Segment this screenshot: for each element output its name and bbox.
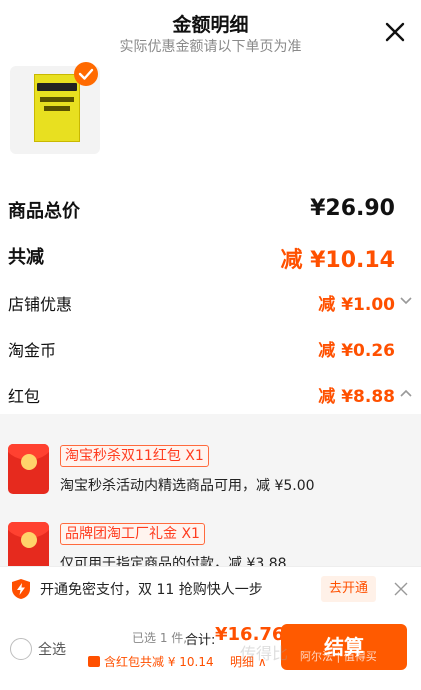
chevron-down-icon[interactable] (399, 296, 413, 306)
watermark-logo: 阿尔法 | 值得买 (300, 650, 377, 663)
watermark-text: 传得比 (240, 644, 289, 663)
shop-discount-row[interactable]: 店铺优惠 减 ¥1.00 (0, 282, 421, 322)
total-label: 合计: (185, 633, 216, 648)
total-price-label: 商品总价 (8, 201, 80, 222)
redpacket-row[interactable]: 红包 减 ¥8.88 (0, 374, 421, 414)
redpacket-value: 减 ¥8.88 (318, 387, 395, 407)
page-subtitle: 实际优惠金额请以下单页为准 (119, 39, 302, 55)
selected-count: 已选 1 件, (132, 631, 188, 645)
total-price-row: 商品总价 ¥26.90 (0, 188, 421, 228)
redpacket-list: 淘宝秒杀双11红包 X1 淘宝秒杀活动内精选商品可用，减 ¥5.00 品牌团淘工… (0, 414, 421, 572)
chevron-up-icon[interactable] (399, 388, 413, 398)
coupon-tag: 品牌团淘工厂礼金 X1 (60, 523, 205, 545)
total-discount-row: 共减 减 ¥10.14 (0, 234, 421, 274)
shop-discount-value: 减 ¥1.00 (318, 295, 395, 315)
shop-discount-label: 店铺优惠 (8, 295, 73, 314)
total-discount-value: 减 ¥10.14 (280, 248, 395, 273)
close-tip-icon[interactable] (393, 581, 409, 597)
activate-button[interactable]: 去开通 (321, 576, 377, 602)
lightning-shield-icon (12, 579, 30, 599)
red-envelope-icon (8, 444, 49, 494)
redpacket-summary: 含红包共减 ¥ 10.14 (88, 653, 214, 670)
selected-check-icon[interactable] (74, 62, 98, 86)
page-title: 金额明细 (172, 14, 249, 36)
header: 金额明细 实际优惠金额请以下单页为准 (0, 0, 421, 62)
redpacket-label: 红包 (8, 387, 41, 406)
coupon-desc: 淘宝秒杀活动内精选商品可用，减 ¥5.00 (60, 478, 315, 494)
checkout-bar: 全选 已选 1 件, 合计: ¥16.76 含红包共减 ¥ 10.14 明细 ∧… (0, 618, 421, 690)
redpacket-icon (88, 656, 100, 667)
coupon-item: 淘宝秒杀双11红包 X1 淘宝秒杀活动内精选商品可用，减 ¥5.00 (0, 444, 421, 514)
tip-text: 开通免密支付，双 11 抢购快人一步 (40, 582, 263, 598)
red-envelope-icon (8, 522, 49, 572)
taojinbi-value: 减 ¥0.26 (318, 341, 395, 361)
total-discount-label: 共减 (8, 247, 44, 268)
password-free-tip-bar: 开通免密支付，双 11 抢购快人一步 去开通 (0, 566, 421, 610)
close-icon[interactable] (383, 20, 407, 44)
redpacket-summary-text: 含红包共减 ¥ 10.14 (104, 655, 214, 669)
total-price-value: ¥26.90 (310, 196, 395, 221)
product-thumbnail[interactable] (10, 62, 100, 154)
coupon-tag: 淘宝秒杀双11红包 X1 (60, 445, 209, 467)
select-all-label[interactable]: 全选 (38, 639, 66, 659)
taojinbi-row: 淘金币 减 ¥0.26 (0, 328, 421, 368)
taojinbi-label: 淘金币 (8, 341, 57, 360)
select-all-radio[interactable] (10, 638, 32, 660)
